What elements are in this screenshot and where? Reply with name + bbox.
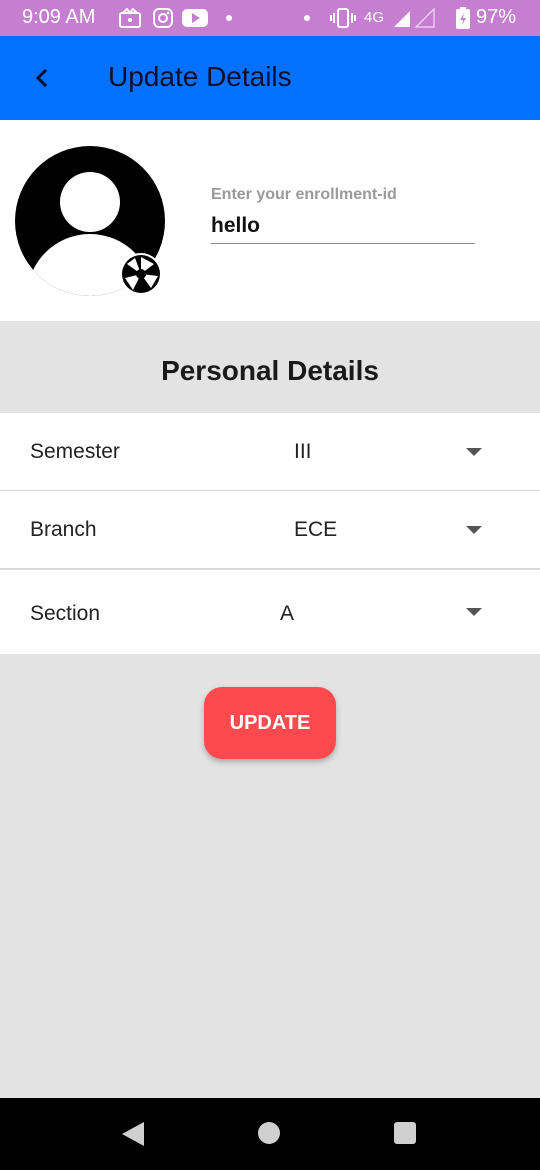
page-title: Update Details	[108, 61, 292, 92]
semester-label: Semester	[30, 440, 120, 463]
recents-square-icon[interactable]	[394, 1122, 416, 1144]
semester-dropdown[interactable]: Semester III	[0, 413, 540, 490]
instagram-icon	[152, 7, 174, 29]
chevron-left-icon[interactable]	[30, 62, 54, 94]
vibrate-icon	[330, 7, 356, 29]
section-dropdown[interactable]: Section A	[0, 570, 540, 654]
section-value: A	[280, 602, 295, 625]
back-triangle-icon[interactable]	[122, 1122, 144, 1146]
system-nav-bar	[0, 1098, 540, 1170]
update-button[interactable]: UPDATE	[204, 687, 336, 759]
section-title: Personal Details	[161, 355, 379, 386]
profile-section: Enter your enrollment-id	[0, 120, 540, 321]
dropdown-arrow-icon	[466, 608, 482, 616]
camera-aperture-icon[interactable]	[120, 253, 162, 295]
home-circle-icon[interactable]	[258, 1122, 280, 1144]
dot-icon	[225, 7, 233, 29]
enrollment-input[interactable]	[211, 214, 475, 244]
branch-value: ECE	[294, 518, 338, 541]
status-time: 9:09 AM	[22, 6, 96, 28]
youtube-icon	[182, 7, 208, 29]
enrollment-label: Enter your enrollment-id	[211, 186, 397, 203]
gallery-icon	[118, 7, 142, 29]
avatar-head	[60, 172, 120, 232]
section-header: Personal Details	[0, 321, 540, 413]
divider	[0, 568, 540, 569]
signal-icon	[392, 7, 438, 29]
battery-icon	[456, 7, 470, 29]
dot-icon	[303, 7, 311, 29]
semester-value: III	[294, 440, 312, 463]
enrollment-field: Enter your enrollment-id	[211, 186, 475, 244]
branch-dropdown[interactable]: Branch ECE	[0, 491, 540, 568]
dropdown-arrow-icon	[466, 448, 482, 456]
section-label: Section	[30, 602, 101, 625]
status-bar: 9:09 AM 4G 97%	[0, 0, 540, 36]
dropdown-arrow-icon	[466, 526, 482, 534]
network-label: 4G	[364, 9, 385, 26]
app-bar: Update Details	[0, 36, 540, 120]
branch-label: Branch	[30, 518, 97, 541]
battery-percent: 97%	[475, 6, 516, 28]
